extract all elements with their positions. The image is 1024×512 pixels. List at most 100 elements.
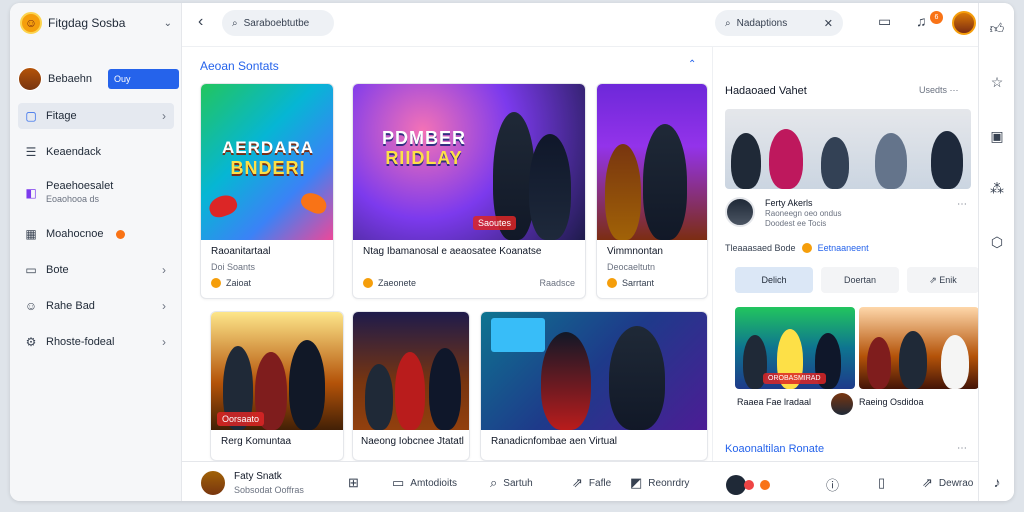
- doc-icon: ▭: [25, 263, 37, 277]
- person-figure: [429, 348, 461, 430]
- card-title: Raoanitartaal: [211, 246, 271, 257]
- avatar: [18, 67, 42, 91]
- thumbnail-caption: Raeing Osdidoa: [859, 397, 924, 407]
- card-title: Vimmnontan: [607, 246, 663, 257]
- secondary-button[interactable]: Doertan: [821, 267, 899, 293]
- card-image: AERDARA BNDERI: [201, 84, 333, 240]
- bottom-info-button[interactable]: ⓘ: [826, 475, 839, 494]
- info-icon: ⓘ: [826, 478, 840, 493]
- search-text: Nadaptions: [736, 17, 788, 29]
- sidebar-item-moahocnoe[interactable]: ▦ Moahocnoe: [18, 221, 174, 247]
- share-nodes-icon[interactable]: ⁂: [988, 179, 1006, 197]
- share-icon: ⇗: [929, 274, 937, 285]
- panel-hero-image[interactable]: [725, 109, 971, 189]
- sidebar-item-label: Peaehoesalet: [46, 180, 114, 192]
- person-figure: [769, 129, 803, 189]
- more-dots-icon[interactable]: ⋯: [957, 443, 967, 454]
- sidebar-item-keaendack[interactable]: ☰ Keaendack: [18, 139, 174, 165]
- sidebar-item-rhoste-fodeal[interactable]: ⚙ Rhoste-fodeal ›: [18, 329, 174, 355]
- status-dot: [760, 480, 770, 490]
- sidebar-item-fitage[interactable]: ▢ Fitage ›: [18, 103, 174, 129]
- status-dot: [744, 480, 754, 490]
- thumbnail-caption: Raaea Fae lradaal: [737, 397, 812, 407]
- comment-icon[interactable]: ▣: [988, 127, 1006, 145]
- back-arrow-icon[interactable]: ‹: [198, 13, 203, 31]
- bottom-item-sartuh[interactable]: ⌕ Sartuh: [490, 475, 533, 491]
- card-meta: Zaioat: [211, 278, 251, 288]
- content-card[interactable]: Ranadicnfombae aen Virtual: [480, 311, 708, 461]
- profile[interactable]: Bebaehn Ouy: [18, 67, 179, 91]
- search-icon: ⌕: [725, 17, 731, 29]
- avatar[interactable]: [725, 197, 755, 227]
- sidebar-item-bote[interactable]: ▭ Bote ›: [18, 257, 174, 283]
- user-subtitle: Raoneegn oeo ondus: [765, 209, 842, 218]
- bottom-user-name: Faty Snatk: [234, 471, 282, 482]
- bottom-layout-button[interactable]: ▯: [878, 475, 885, 491]
- star-icon[interactable]: ☆: [988, 73, 1006, 91]
- sidebar-item-rahe-bad[interactable]: ☺ Rahe Bad ›: [18, 293, 174, 319]
- bottom-item-dewrao[interactable]: ⇗ Dewrao: [922, 475, 973, 491]
- content-card[interactable]: Vimmnontan Deocaeltutn Sarrtant: [596, 83, 708, 299]
- search-input[interactable]: ⌕ Saraboebtutbe: [222, 10, 334, 36]
- search-text: Saraboebtutbe: [243, 17, 310, 29]
- person-figure: [395, 352, 425, 430]
- card-image: PDMBER RIIDLAY Saoutes: [353, 84, 585, 240]
- user-name: Ferty Akerls: [765, 198, 813, 208]
- panel-thumbnail[interactable]: OROBASMIRAD: [735, 307, 855, 389]
- shield-icon[interactable]: ⬡: [988, 233, 1006, 251]
- card-meta-label: Zaeonete: [378, 278, 417, 288]
- card-subtitle: Deocaeltutn: [607, 262, 656, 272]
- chat-icon: ◧: [25, 186, 37, 200]
- inbox-icon[interactable]: ▭: [878, 13, 891, 30]
- bottom-grid-button[interactable]: ⊞: [348, 475, 359, 491]
- avatar[interactable]: [200, 470, 226, 496]
- star-icon: [801, 243, 812, 253]
- card-meta-label: Sarrtant: [622, 278, 655, 288]
- search-field-secondary[interactable]: ⌕ Nadaptions ✕: [715, 10, 843, 36]
- panel-more-link[interactable]: Usedts ⋯: [919, 85, 959, 96]
- bottom-participants[interactable]: [726, 475, 770, 495]
- avatar: [726, 475, 746, 495]
- screen-decoration: [491, 318, 545, 352]
- more-icon[interactable]: ⌃: [688, 59, 696, 70]
- profile-name: Bebaehn: [48, 73, 93, 85]
- thumbnail-tag: OROBASMIRAD: [763, 373, 826, 384]
- content-card[interactable]: Naeong Iobcnee Jtatatl: [352, 311, 470, 461]
- person-figure: [899, 331, 927, 389]
- card-title: Ranadicnfombae aen Virtual: [491, 436, 618, 447]
- heart-icon: [607, 278, 617, 288]
- sidebar-item-label: Keaendack: [46, 146, 102, 158]
- user-avatar[interactable]: [952, 11, 976, 35]
- more-dots-icon[interactable]: ⋯: [957, 199, 967, 210]
- content-card[interactable]: PDMBER RIIDLAY Saoutes Ntag Ibamanosal e…: [352, 83, 586, 299]
- top-bar: ‹ ⌕ Saraboebtutbe ⌕ Nadaptions ✕ ▭ ♫ 6: [182, 3, 978, 47]
- card-title: Rerg Komuntaa: [221, 436, 292, 447]
- sidebar-item-label: Rahe Bad: [46, 300, 95, 312]
- sidebar-item-label: Fitage: [46, 110, 77, 122]
- share-button[interactable]: ⇗ Enik: [907, 267, 979, 293]
- person-figure: [941, 335, 969, 389]
- chevron-right-icon: ›: [162, 335, 166, 349]
- card-image: Oorsaato: [211, 312, 343, 430]
- bottom-item-reonrdry[interactable]: ◩ Reonrdry: [630, 475, 689, 491]
- sidebar-item-peaehoesalet[interactable]: ◧ Peaehoesalet Eoaohooa ds: [18, 175, 174, 211]
- heart-icon: [363, 278, 373, 288]
- bottom-item-amtodioits[interactable]: ▭ Amtodioits: [392, 475, 457, 491]
- panel-thumbnail[interactable]: [859, 307, 979, 389]
- section-title: Aeoan Sontats: [200, 59, 279, 73]
- bottom-item-fafle[interactable]: ⇗ Fafle: [572, 475, 611, 491]
- bell-icon[interactable]: ♪: [988, 473, 1006, 491]
- content-card[interactable]: Oorsaato Rerg Komuntaa: [210, 311, 344, 461]
- thumbs-up-icon[interactable]: 👍︎: [988, 19, 1006, 37]
- status-dot: [115, 229, 125, 239]
- clear-icon[interactable]: ✕: [824, 17, 833, 30]
- content-card[interactable]: AERDARA BNDERI Raoanitartaal Doi Soants …: [200, 83, 334, 299]
- brand-switcher[interactable]: ☺ Fitgdag Sosba ⌄: [20, 12, 172, 34]
- bell-icon[interactable]: ♫: [916, 13, 927, 29]
- primary-button[interactable]: Delich: [735, 267, 813, 293]
- main-content: Aeoan Sontats ⌃ AERDARA BNDERI Raoanitar…: [182, 47, 712, 461]
- chevron-down-icon: ⌄: [163, 17, 172, 29]
- sidebar-item-label: Bote: [46, 264, 69, 276]
- bookmark-icon: ◩: [630, 475, 643, 490]
- profile-badge[interactable]: Ouy: [108, 69, 179, 89]
